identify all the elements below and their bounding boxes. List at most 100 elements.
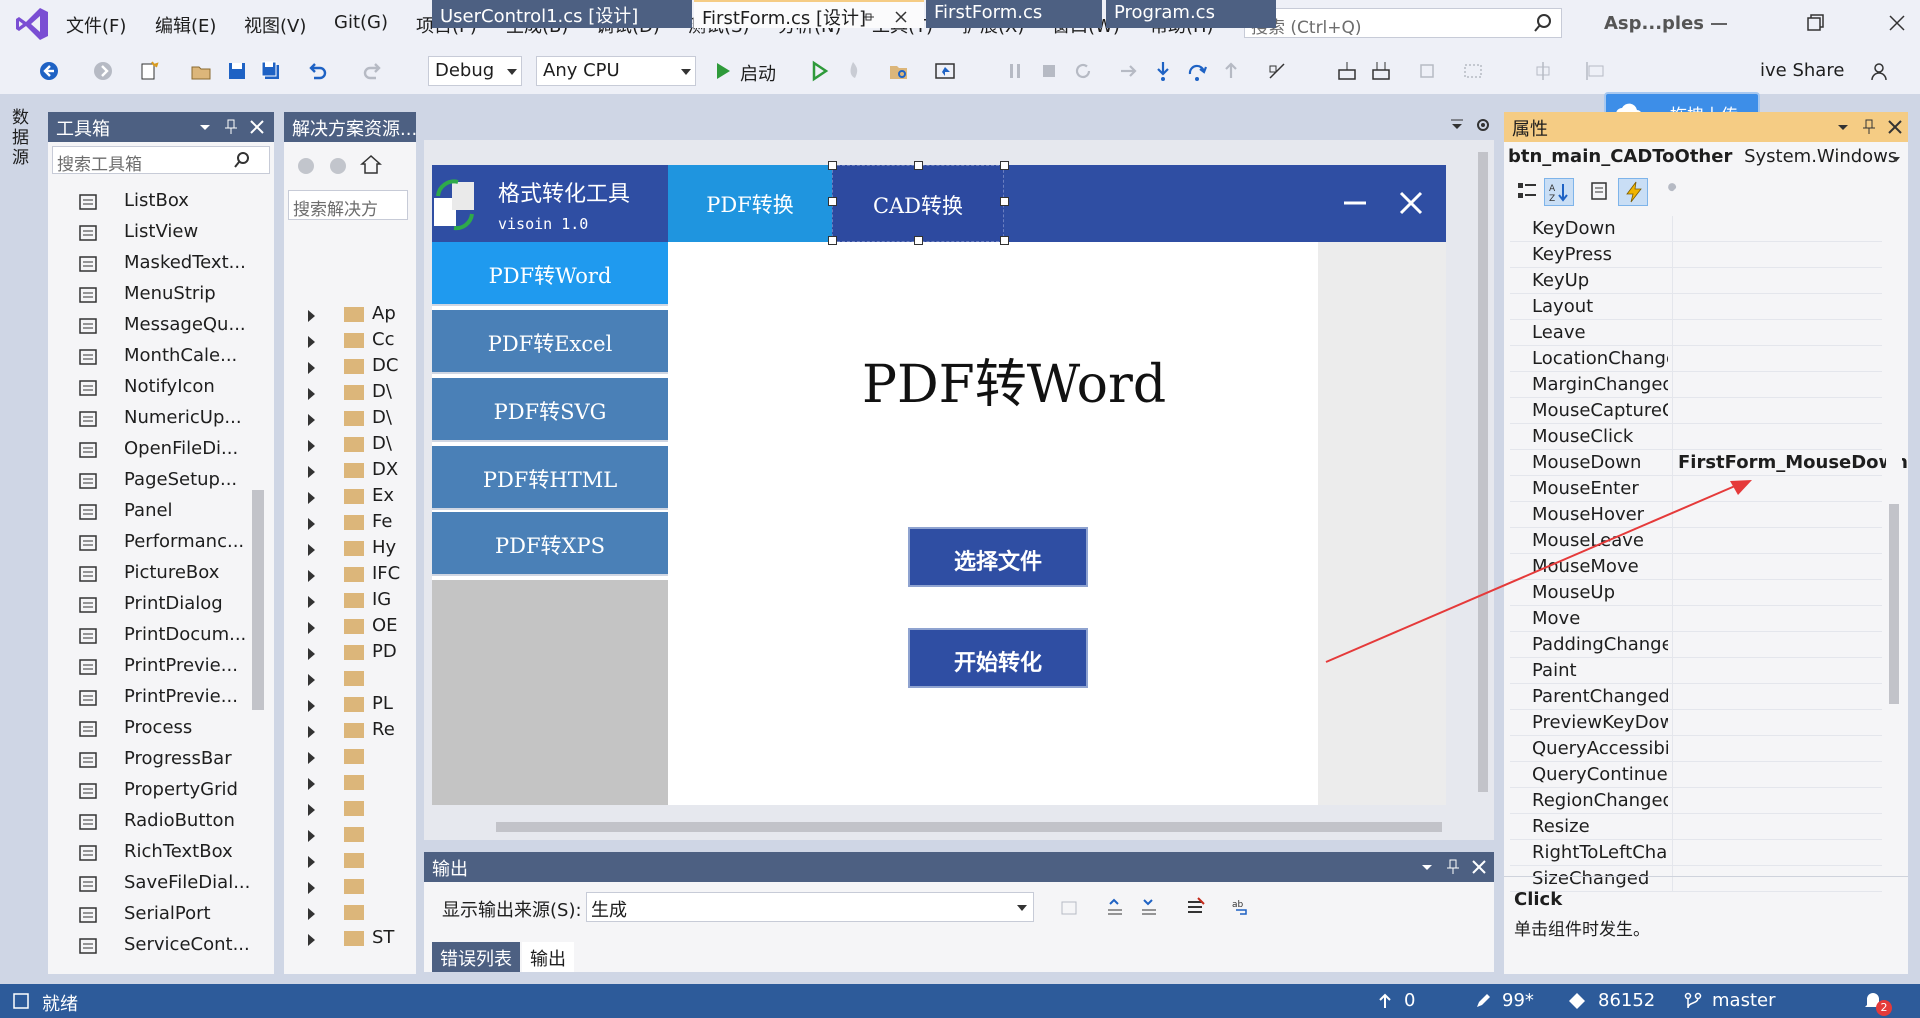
menu-edit[interactable]: 编辑(E) (155, 12, 216, 38)
solution-tree-node[interactable]: OE (300, 614, 410, 640)
git-changes-icon[interactable] (1568, 992, 1586, 1010)
save-icon[interactable] (226, 60, 248, 82)
solution-tree-node[interactable]: IG (300, 588, 410, 614)
solution-tree-node[interactable]: Hy (300, 536, 410, 562)
expand-icon[interactable] (308, 778, 315, 790)
new-project-icon[interactable] (138, 60, 160, 82)
toolbox-item[interactable]: ProgressBar (78, 744, 253, 774)
solution-tree-node[interactable] (300, 770, 410, 796)
toolbox-scrollbar[interactable] (250, 180, 266, 960)
home-icon[interactable] (360, 154, 382, 176)
toolbox-item[interactable]: MessageQu... (78, 310, 253, 340)
toolbox-item[interactable]: ServiceCont... (78, 930, 253, 960)
side-button-pdf-xps[interactable]: PDF转XPS (432, 512, 668, 576)
expand-icon[interactable] (308, 414, 315, 426)
expand-icon[interactable] (308, 518, 315, 530)
expand-icon[interactable] (308, 466, 315, 478)
categorized-icon[interactable] (1516, 180, 1538, 202)
property-value[interactable]: FirstForm_MouseDown (1678, 452, 1908, 473)
property-pages-icon[interactable] (1662, 180, 1684, 202)
side-button-pdf-word[interactable]: PDF转Word (432, 242, 668, 306)
select-file-button[interactable]: 选择文件 (908, 527, 1088, 587)
property-row[interactable]: RightToLeftCha (1510, 840, 1882, 866)
property-row[interactable]: RegionChanged (1510, 788, 1882, 814)
property-row[interactable]: MouseMove (1510, 554, 1882, 580)
arrow-up-icon[interactable] (1376, 992, 1394, 1010)
solution-search-input[interactable]: 搜索解决方 (288, 190, 408, 220)
menu-view[interactable]: 视图(V) (244, 12, 306, 38)
alphabetical-button[interactable]: AZ (1544, 178, 1574, 206)
selection-handle[interactable] (914, 161, 923, 170)
selection-handle[interactable] (828, 197, 837, 206)
close-icon[interactable] (1886, 118, 1904, 136)
show-next-statement-icon[interactable] (1118, 60, 1140, 82)
toolbox-search-input[interactable]: 搜索工具箱 (52, 146, 270, 175)
clear-all-icon[interactable] (1184, 896, 1206, 918)
back-icon[interactable] (296, 156, 316, 176)
solution-tree-node[interactable] (300, 796, 410, 822)
solution-tree-node[interactable]: PD (300, 640, 410, 666)
toolbox-item[interactable]: Performanc... (78, 527, 253, 557)
toolbox-item[interactable]: Process (78, 713, 253, 743)
solution-tree-node[interactable]: D\ (300, 406, 410, 432)
pin-icon[interactable] (1860, 118, 1878, 136)
stop-icon[interactable] (1038, 60, 1060, 82)
toolbox-item[interactable]: RichTextBox (78, 837, 253, 867)
dropdown-icon[interactable] (196, 118, 214, 136)
toolbox-item[interactable]: MonthCale... (78, 341, 253, 371)
scrollbar-thumb[interactable] (496, 822, 1442, 832)
property-row[interactable]: MarginChanged (1510, 372, 1882, 398)
open-file-icon[interactable] (190, 60, 212, 82)
tab-output[interactable]: 输出 (522, 942, 574, 972)
scrollbar-thumb[interactable] (1478, 152, 1488, 792)
toolbox-item[interactable]: PageSetup... (78, 465, 253, 495)
toolbox-item[interactable]: RadioButton (78, 806, 253, 836)
property-row[interactable]: MouseEnter (1510, 476, 1882, 502)
close-icon[interactable] (1396, 188, 1426, 218)
solution-tree-node[interactable]: Ex (300, 484, 410, 510)
close-icon[interactable] (1470, 858, 1488, 876)
status-branch[interactable]: master (1712, 990, 1775, 1011)
data-sources-tab[interactable]: 数据源 (12, 108, 30, 168)
toolbox-item[interactable]: MaskedText... (78, 248, 253, 278)
toolbox-item[interactable]: PrintDialog (78, 589, 253, 619)
property-row[interactable]: MouseDown FirstForm_MouseDown (1510, 450, 1908, 476)
save-all-icon[interactable] (260, 60, 282, 82)
scrollbar-thumb[interactable] (1889, 504, 1899, 704)
menu-git[interactable]: Git(G) (334, 12, 388, 33)
toolbox-item[interactable]: NumericUp... (78, 403, 253, 433)
toolbox-item[interactable]: PrintPrevie... (78, 682, 253, 712)
expand-icon[interactable] (308, 830, 315, 842)
search-box[interactable]: 搜索 (Ctrl+Q) (1244, 8, 1562, 38)
selection-handle[interactable] (1000, 236, 1009, 245)
output-source-combo[interactable]: 生成 (586, 892, 1034, 922)
property-row[interactable]: MouseHover (1510, 502, 1882, 528)
expand-icon[interactable] (308, 934, 315, 946)
property-row[interactable]: KeyDown (1510, 216, 1882, 242)
restart-icon[interactable] (1072, 60, 1094, 82)
expand-icon[interactable] (308, 544, 315, 556)
toolbox-item[interactable]: MenuStrip (78, 279, 253, 309)
solution-tree-node[interactable]: Ap (300, 302, 410, 328)
toolbox-item[interactable]: PropertyGrid (78, 775, 253, 805)
live-share-label[interactable]: ive Share (1760, 60, 1844, 81)
tab-program-code[interactable]: Program.cs (1106, 0, 1276, 28)
selection-handle[interactable] (1000, 161, 1009, 170)
toolbox-item[interactable]: SaveFileDial... (78, 868, 253, 898)
toolbox-item[interactable]: NotifyIcon (78, 372, 253, 402)
status-pending-edits[interactable]: 99* (1502, 990, 1534, 1011)
toolbox-item[interactable]: PictureBox (78, 558, 253, 588)
solution-tree-node[interactable] (300, 822, 410, 848)
pause-icon[interactable] (1004, 60, 1026, 82)
step-over-icon[interactable] (1186, 60, 1208, 82)
solution-tree-node[interactable] (300, 874, 410, 900)
property-row[interactable]: Leave (1510, 320, 1882, 346)
tab-usercontrol1-design[interactable]: UserControl1.cs [设计] (432, 0, 692, 28)
expand-icon[interactable] (308, 726, 315, 738)
start-convert-button[interactable]: 开始转化 (908, 628, 1088, 688)
scrollbar-thumb[interactable] (252, 490, 264, 710)
minimize-icon[interactable] (1340, 188, 1370, 218)
solution-tree-node[interactable]: IFC (300, 562, 410, 588)
expand-icon[interactable] (308, 700, 315, 712)
property-row[interactable]: KeyPress (1510, 242, 1882, 268)
